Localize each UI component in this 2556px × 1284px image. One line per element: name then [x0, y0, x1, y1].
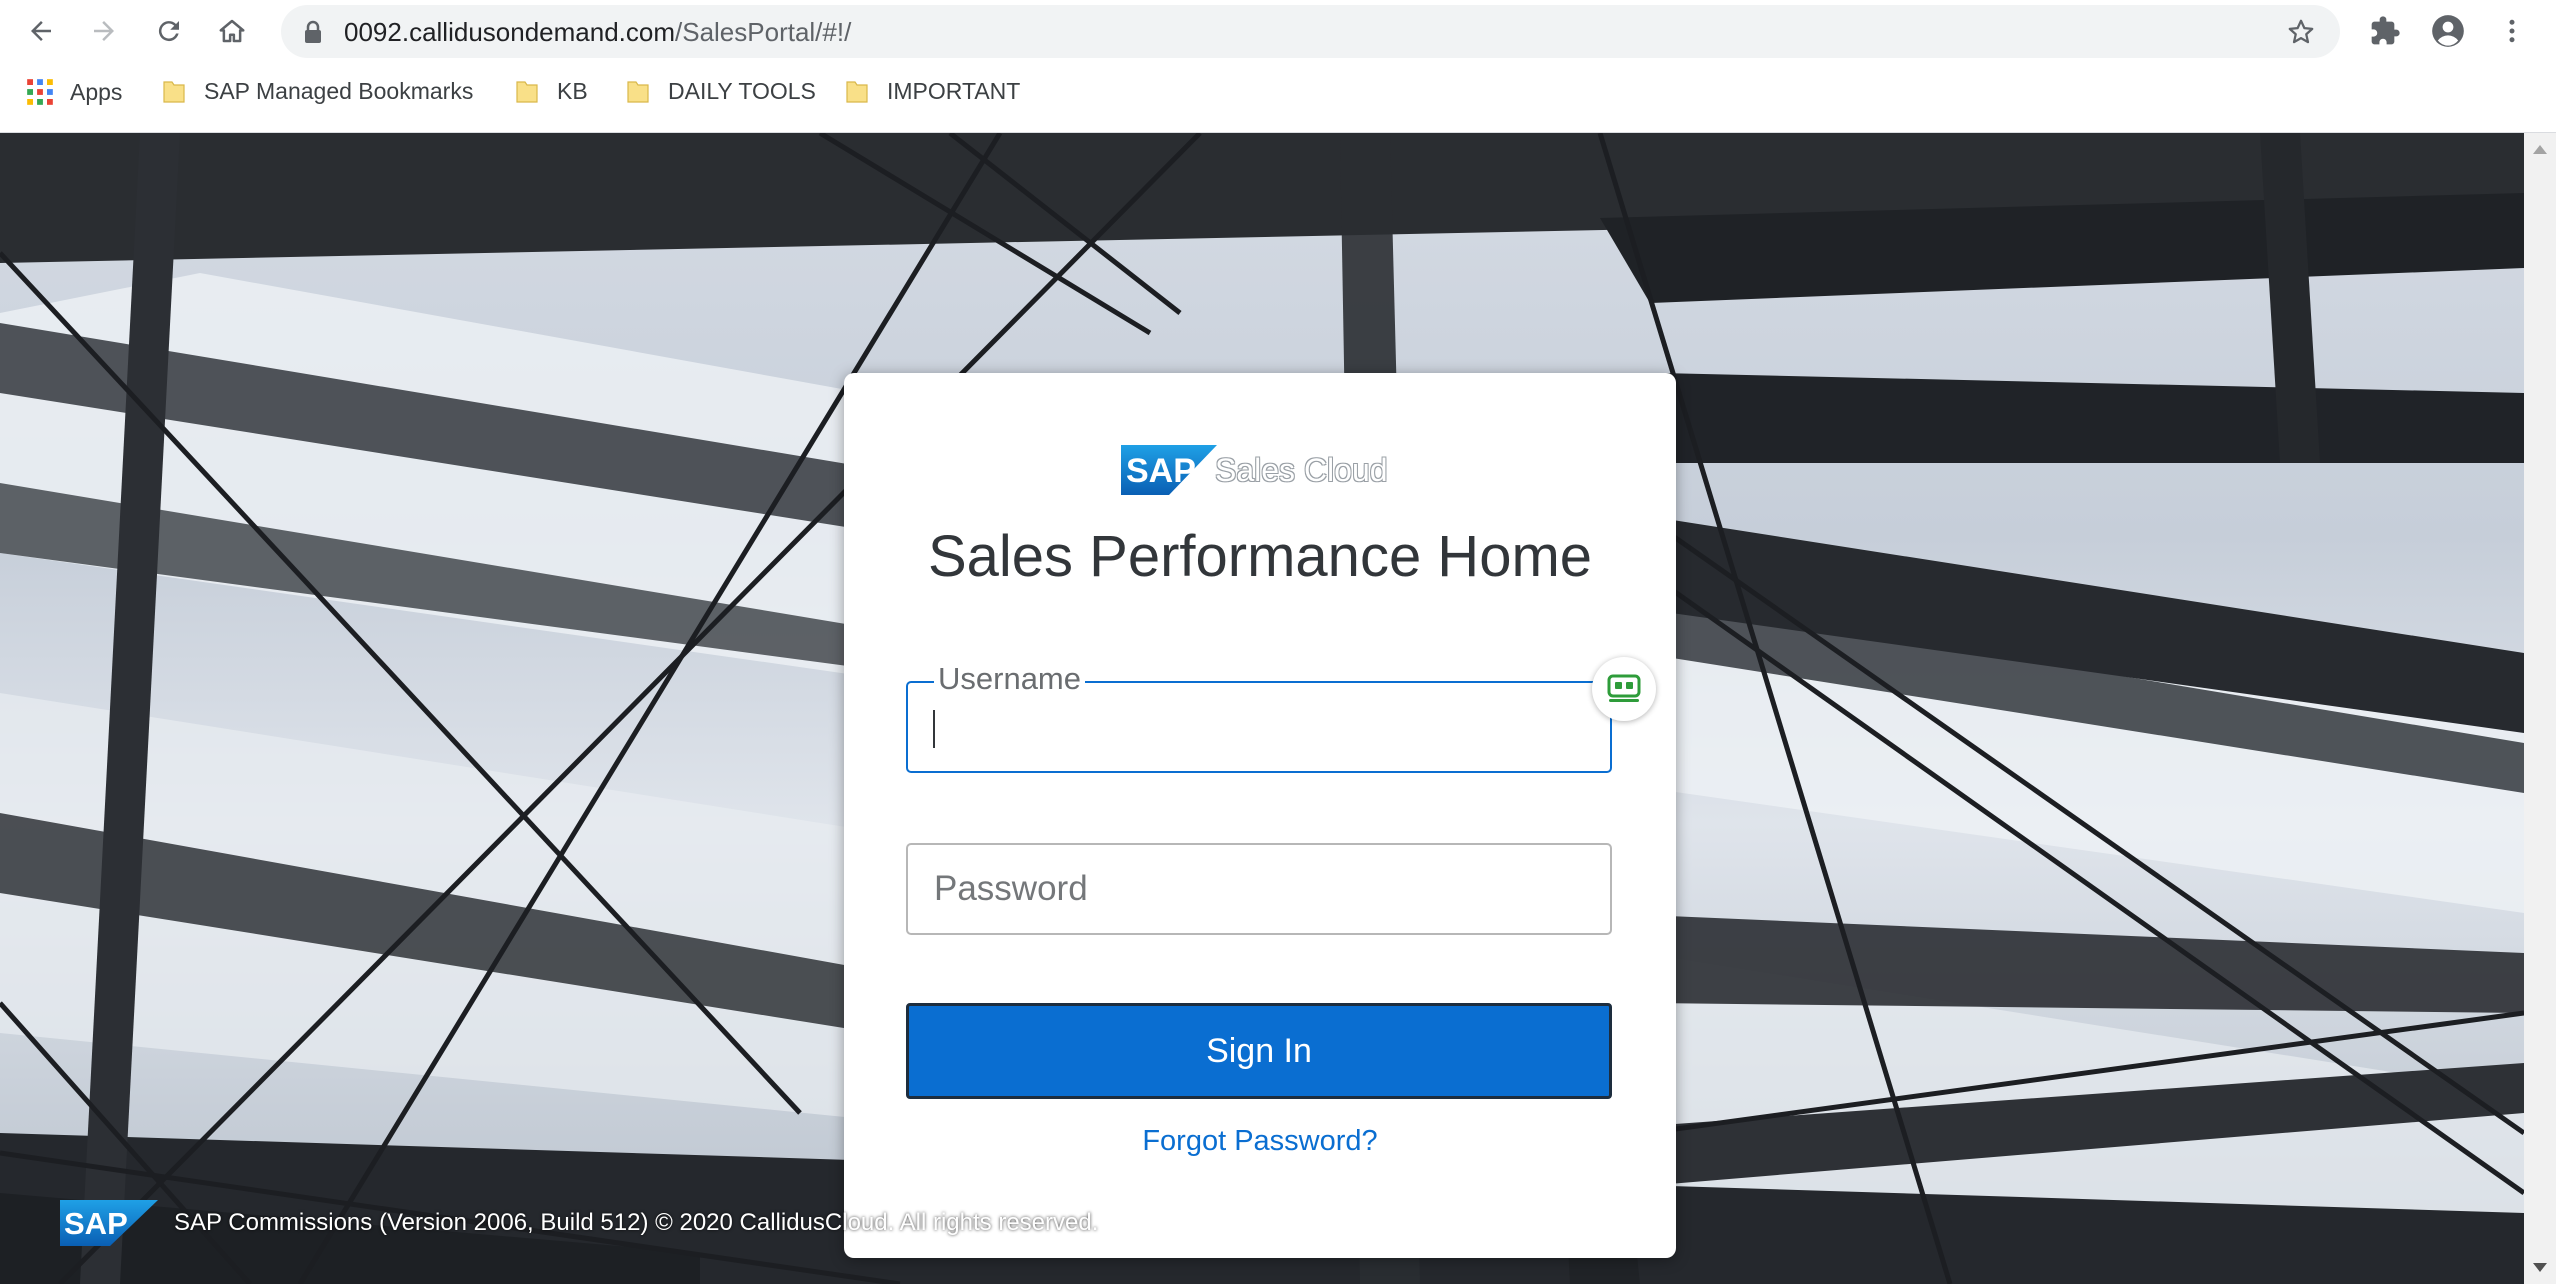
sap-footer-logo-icon: SAP: [60, 1200, 158, 1246]
scroll-down-arrow-icon[interactable]: [2533, 1263, 2547, 1272]
sap-footer-logo-text: SAP: [64, 1206, 128, 1241]
more-vertical-icon: [2509, 19, 2515, 43]
username-field[interactable]: Username: [906, 661, 1612, 773]
bookmark-kb[interactable]: KB: [515, 78, 588, 105]
bookmark-label: Apps: [70, 78, 123, 105]
sap-sales-cloud-logo: SAP Sales Cloud: [1121, 445, 1388, 495]
copyright-text: SAP Commissions (Version 2006, Build 512…: [174, 1209, 1099, 1236]
bookmarks-bar: Apps SAP Managed Bookmarks KB DAILY TOOL…: [0, 62, 2556, 133]
home-icon: [219, 19, 245, 43]
folder-icon: [627, 80, 649, 103]
password-input[interactable]: [908, 845, 1610, 933]
folder-icon: [163, 80, 185, 103]
page-scrollbar[interactable]: [2524, 133, 2556, 1284]
password-manager-button[interactable]: [1592, 657, 1656, 721]
browser-menu-button[interactable]: [2488, 7, 2536, 55]
sign-in-button[interactable]: Sign In: [906, 1003, 1612, 1099]
apps-grid-icon: [27, 79, 53, 105]
profile-button[interactable]: [2424, 7, 2472, 55]
bookmark-important[interactable]: IMPORTANT: [845, 78, 1020, 105]
folder-icon: [516, 80, 538, 103]
url-path: /SalesPortal/#!/: [675, 17, 852, 47]
bookmark-label: DAILY TOOLS: [668, 78, 816, 104]
sap-logo-icon: SAP: [1121, 445, 1217, 495]
sap-logo-text: SAP: [1126, 452, 1196, 490]
scroll-up-arrow-icon[interactable]: [2533, 145, 2547, 154]
username-input[interactable]: [908, 683, 1610, 771]
password-field[interactable]: [906, 843, 1612, 935]
reload-icon: [158, 21, 179, 42]
back-arrow-icon: [31, 21, 51, 41]
bookmark-label: SAP Managed Bookmarks: [204, 78, 474, 104]
extensions-button[interactable]: [2361, 7, 2409, 55]
page-title: Sales Performance Home: [927, 524, 1593, 589]
password-manager-icon: [1607, 674, 1641, 702]
bookmark-sap-managed[interactable]: SAP Managed Bookmarks: [162, 78, 473, 105]
bookmark-label: IMPORTANT: [887, 78, 1021, 104]
bookmark-label: KB: [557, 78, 588, 104]
bookmark-daily-tools[interactable]: DAILY TOOLS: [626, 78, 816, 105]
reload-button[interactable]: [145, 7, 193, 55]
lock-icon: [305, 20, 321, 43]
page-footer: SAP SAP Commissions (Version 2006, Build…: [60, 1200, 1098, 1246]
forward-arrow-icon: [94, 21, 114, 41]
product-name: Sales Cloud: [1215, 451, 1388, 488]
browser-toolbar: 0092.callidusondemand.com/SalesPortal/#!…: [0, 0, 2556, 62]
login-card: SAP Sales Cloud Sales Performance Home U…: [844, 373, 1676, 1258]
forgot-password-link[interactable]: Forgot Password?: [844, 1125, 1676, 1158]
url-host: 0092.callidusondemand.com: [344, 17, 675, 47]
address-bar[interactable]: 0092.callidusondemand.com/SalesPortal/#!…: [281, 5, 2340, 58]
url-text: 0092.callidusondemand.com/SalesPortal/#!…: [344, 17, 851, 48]
bookmark-star-icon[interactable]: [2286, 17, 2316, 47]
bookmark-apps[interactable]: Apps: [26, 78, 122, 106]
forward-button[interactable]: [80, 7, 128, 55]
folder-icon: [846, 80, 868, 103]
login-page: SAP Sales Cloud Sales Performance Home U…: [0, 133, 2524, 1284]
puzzle-icon: [2371, 16, 2400, 45]
home-button[interactable]: [208, 7, 256, 55]
account-circle-icon: [2432, 15, 2464, 47]
back-button[interactable]: [17, 7, 65, 55]
